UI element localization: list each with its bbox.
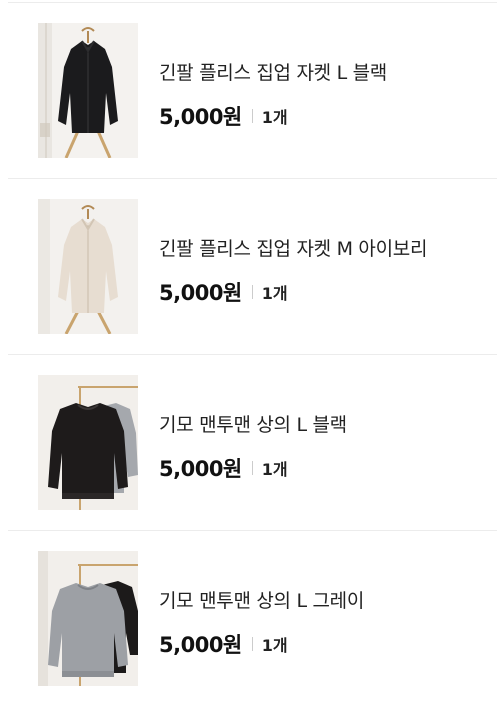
black-fleece-jacket-image bbox=[38, 23, 138, 158]
product-meta: 5,000원 1개 bbox=[159, 277, 288, 307]
product-image[interactable] bbox=[38, 23, 138, 158]
product-price: 5,000원 bbox=[159, 633, 242, 657]
meta-divider bbox=[251, 109, 253, 123]
product-meta: 5,000원 1개 bbox=[159, 453, 288, 483]
product-price: 5,000원 bbox=[159, 457, 242, 481]
product-price: 5,000원 bbox=[159, 105, 242, 129]
product-quantity: 1개 bbox=[261, 108, 288, 127]
product-name[interactable]: 긴팔 플리스 집업 자켓 M 아이보리 bbox=[159, 234, 427, 261]
meta-divider bbox=[251, 461, 253, 475]
black-sweatshirt-image bbox=[38, 375, 138, 510]
ivory-fleece-jacket-image bbox=[38, 199, 138, 334]
product-meta: 5,000원 1개 bbox=[159, 629, 288, 659]
product-quantity: 1개 bbox=[261, 460, 288, 479]
list-item[interactable]: 기모 맨투맨 상의 L 그레이 5,000원 1개 bbox=[0, 531, 497, 702]
product-meta: 5,000원 1개 bbox=[159, 101, 288, 131]
product-price: 5,000원 bbox=[159, 281, 242, 305]
cart-item-list: 긴팔 플리스 집업 자켓 L 블랙 5,000원 1개 긴팔 플리스 집업 자켓… bbox=[0, 0, 497, 702]
product-quantity: 1개 bbox=[261, 284, 288, 303]
list-item[interactable]: 긴팔 플리스 집업 자켓 M 아이보리 5,000원 1개 bbox=[0, 179, 497, 355]
product-image[interactable] bbox=[38, 375, 138, 510]
product-quantity: 1개 bbox=[261, 636, 288, 655]
meta-divider bbox=[251, 285, 253, 299]
gray-sweatshirt-image bbox=[38, 551, 138, 686]
product-name[interactable]: 기모 맨투맨 상의 L 블랙 bbox=[159, 410, 347, 437]
product-image[interactable] bbox=[38, 551, 138, 686]
product-image[interactable] bbox=[38, 199, 138, 334]
product-name[interactable]: 긴팔 플리스 집업 자켓 L 블랙 bbox=[159, 58, 387, 85]
meta-divider bbox=[251, 637, 253, 651]
product-name[interactable]: 기모 맨투맨 상의 L 그레이 bbox=[159, 586, 364, 613]
list-item[interactable]: 기모 맨투맨 상의 L 블랙 5,000원 1개 bbox=[0, 355, 497, 531]
list-item[interactable]: 긴팔 플리스 집업 자켓 L 블랙 5,000원 1개 bbox=[0, 3, 497, 179]
